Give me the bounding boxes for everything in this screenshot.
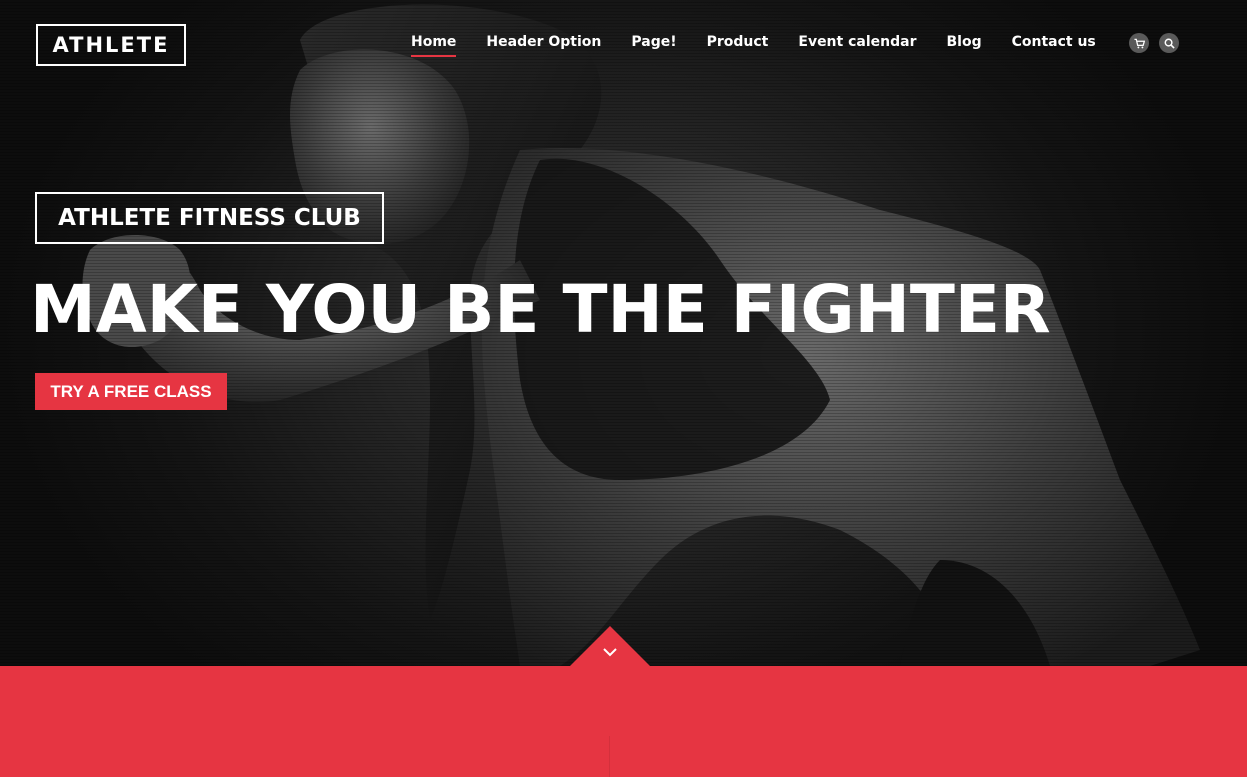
club-label: ATHLETE FITNESS CLUB bbox=[35, 192, 384, 244]
red-section bbox=[0, 666, 1247, 777]
nav-home[interactable]: Home bbox=[411, 34, 457, 57]
cart-button[interactable] bbox=[1129, 33, 1149, 53]
nav-product[interactable]: Product bbox=[707, 34, 769, 56]
nav-blog[interactable]: Blog bbox=[946, 34, 981, 56]
cart-icon bbox=[1133, 38, 1145, 48]
hero-headline: MAKE YOU BE THE FIGHTER bbox=[30, 271, 1051, 348]
header-tools bbox=[1129, 33, 1179, 53]
search-icon bbox=[1164, 38, 1175, 49]
nav-event-calendar[interactable]: Event calendar bbox=[798, 34, 916, 56]
main-nav: Home Header Option Page! Product Event c… bbox=[411, 34, 1096, 57]
nav-header-option[interactable]: Header Option bbox=[486, 34, 601, 56]
try-free-class-button[interactable]: TRY A FREE CLASS bbox=[35, 373, 227, 410]
nav-page[interactable]: Page! bbox=[631, 34, 676, 56]
section-divider bbox=[609, 736, 610, 777]
scroll-down-tab bbox=[570, 626, 650, 666]
scroll-down-button[interactable] bbox=[570, 626, 650, 666]
search-button[interactable] bbox=[1159, 33, 1179, 53]
site-logo[interactable]: ATHLETE bbox=[36, 24, 186, 66]
nav-contact-us[interactable]: Contact us bbox=[1012, 34, 1096, 56]
